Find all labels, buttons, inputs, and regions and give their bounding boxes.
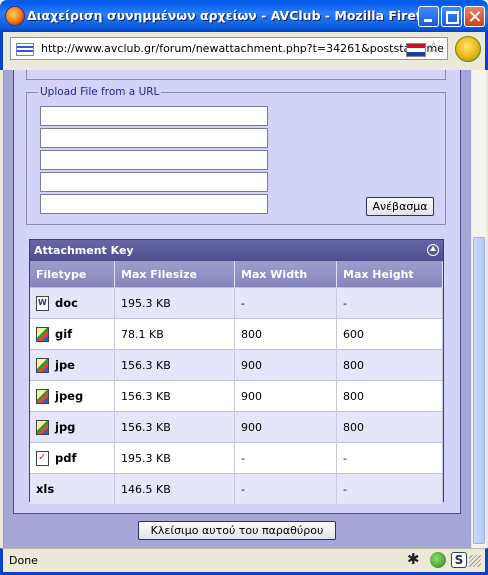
address-toolbar: http://www.avclub.gr/forum/newattachment… <box>0 32 488 70</box>
maximize-button[interactable] <box>441 6 462 27</box>
max-filesize-cell: 146.5 KB <box>114 473 235 504</box>
max-width-cell: - <box>234 473 337 504</box>
attachment-key-box: Attachment Key Filetype Max Filesize Max… <box>29 239 444 504</box>
column-header-max-width: Max Width <box>234 261 337 288</box>
status-bar: Done S <box>0 548 488 575</box>
url-input-1[interactable] <box>40 106 268 126</box>
close-this-window-button[interactable]: Κλείσιμο αυτού του παραθύρου <box>138 521 336 540</box>
image-file-icon <box>36 326 49 342</box>
filetype-cell: xls <box>30 473 115 504</box>
max-filesize-cell: 195.3 KB <box>114 287 235 319</box>
max-height-cell: - <box>336 442 443 474</box>
upload-url-legend: Upload File from a URL <box>38 86 162 98</box>
column-header-max-height: Max Height <box>336 261 443 288</box>
max-width-cell: 900 <box>234 380 337 412</box>
scrollbar-thumb[interactable] <box>473 237 485 544</box>
max-height-cell: - <box>336 287 443 319</box>
url-input-4[interactable] <box>40 172 268 192</box>
max-filesize-cell: 78.1 KB <box>114 318 235 350</box>
upload-button[interactable]: Ανέβασμα <box>366 197 434 216</box>
filetype-label: pdf <box>55 450 77 465</box>
page-viewport: Upload File from a URL Ανέβασμα Attachme… <box>3 70 486 548</box>
max-filesize-cell: 156.3 KB <box>114 411 235 443</box>
max-filesize-cell: 195.3 KB <box>114 442 235 474</box>
max-filesize-cell: 156.3 KB <box>114 349 235 381</box>
image-file-icon <box>36 419 49 435</box>
pdf-file-icon <box>36 450 49 466</box>
collapse-icon[interactable] <box>427 244 439 256</box>
max-height-cell: 800 <box>336 380 443 412</box>
table-row: jpeg 156.3 KB 900 800 <box>30 380 443 412</box>
filetype-label: jpe <box>55 357 75 372</box>
table-row: jpg 156.3 KB 900 800 <box>30 411 443 443</box>
max-height-cell: 600 <box>336 318 443 350</box>
close-window-button[interactable] <box>464 6 485 27</box>
addon-icon[interactable] <box>455 36 481 62</box>
filetype-label: gif <box>55 326 73 341</box>
attachment-panel: Upload File from a URL Ανέβασμα Attachme… <box>13 70 461 514</box>
table-row: gif 78.1 KB 800 600 <box>30 318 443 350</box>
filetype-cell: pdf <box>30 442 115 474</box>
minimize-button[interactable] <box>418 6 439 27</box>
attachment-key-header: Attachment Key <box>30 240 443 261</box>
window-title: Διαχείριση συνημμένων αρχείων - AVClub -… <box>27 8 463 23</box>
column-header-filetype: Filetype <box>30 261 115 288</box>
filetype-label: doc <box>55 295 78 310</box>
filetype-cell: jpeg <box>30 380 115 412</box>
max-width-cell: - <box>234 442 337 474</box>
bug-icon[interactable] <box>407 550 423 568</box>
column-header-max-filesize: Max Filesize <box>114 261 235 288</box>
filetype-label: jpg <box>55 419 76 434</box>
max-filesize-cell: 156.3 KB <box>114 380 235 412</box>
filetype-label: jpeg <box>55 388 84 403</box>
bookmark-star-icon[interactable]: ☆ <box>426 39 441 57</box>
max-height-cell: 800 <box>336 411 443 443</box>
filetype-cell: jpg <box>30 411 115 443</box>
max-width-cell: - <box>234 287 337 319</box>
max-width-cell: 900 <box>234 411 337 443</box>
url-input-3[interactable] <box>40 150 268 170</box>
max-width-cell: 900 <box>234 349 337 381</box>
url-text: http://www.avclub.gr/forum/newattachment… <box>41 42 444 55</box>
image-file-icon <box>36 357 49 373</box>
flag-icon <box>406 43 426 57</box>
previous-fieldset <box>26 70 446 80</box>
filetype-label: xls <box>36 481 55 496</box>
resize-grip-icon[interactable] <box>469 555 481 567</box>
word-file-icon <box>36 295 49 311</box>
title-bar: Διαχείριση συνημμένων αρχείων - AVClub -… <box>0 0 488 32</box>
image-file-icon <box>36 388 49 404</box>
max-height-cell: 800 <box>336 349 443 381</box>
site-favicon-icon <box>16 43 34 56</box>
page-content: Upload File from a URL Ανέβασμα Attachme… <box>4 70 471 548</box>
vertical-scrollbar[interactable] <box>471 70 486 548</box>
s-addon-icon[interactable]: S <box>451 552 467 568</box>
table-row: doc195.3 KB-- <box>30 287 443 319</box>
leaf-addon-icon[interactable] <box>430 552 446 568</box>
max-width-cell: 800 <box>234 318 337 350</box>
max-height-cell: - <box>336 473 443 504</box>
url-input-2[interactable] <box>40 128 268 148</box>
filetype-cell: jpe <box>30 349 115 381</box>
attachment-key-table: Filetype Max Filesize Max Width Max Heig… <box>30 261 443 504</box>
table-row: pdf195.3 KB-- <box>30 442 443 474</box>
filetype-cell: doc <box>30 287 115 319</box>
firefox-icon <box>5 6 25 26</box>
table-row: jpe 156.3 KB 900 800 <box>30 349 443 381</box>
filetype-cell: gif <box>30 318 115 350</box>
status-text: Done <box>9 554 38 567</box>
attachment-key-title: Attachment Key <box>34 244 134 257</box>
url-field[interactable]: http://www.avclub.gr/forum/newattachment… <box>10 37 448 60</box>
url-input-5[interactable] <box>40 194 268 214</box>
table-row: xls 146.5 KB - - <box>30 473 443 504</box>
